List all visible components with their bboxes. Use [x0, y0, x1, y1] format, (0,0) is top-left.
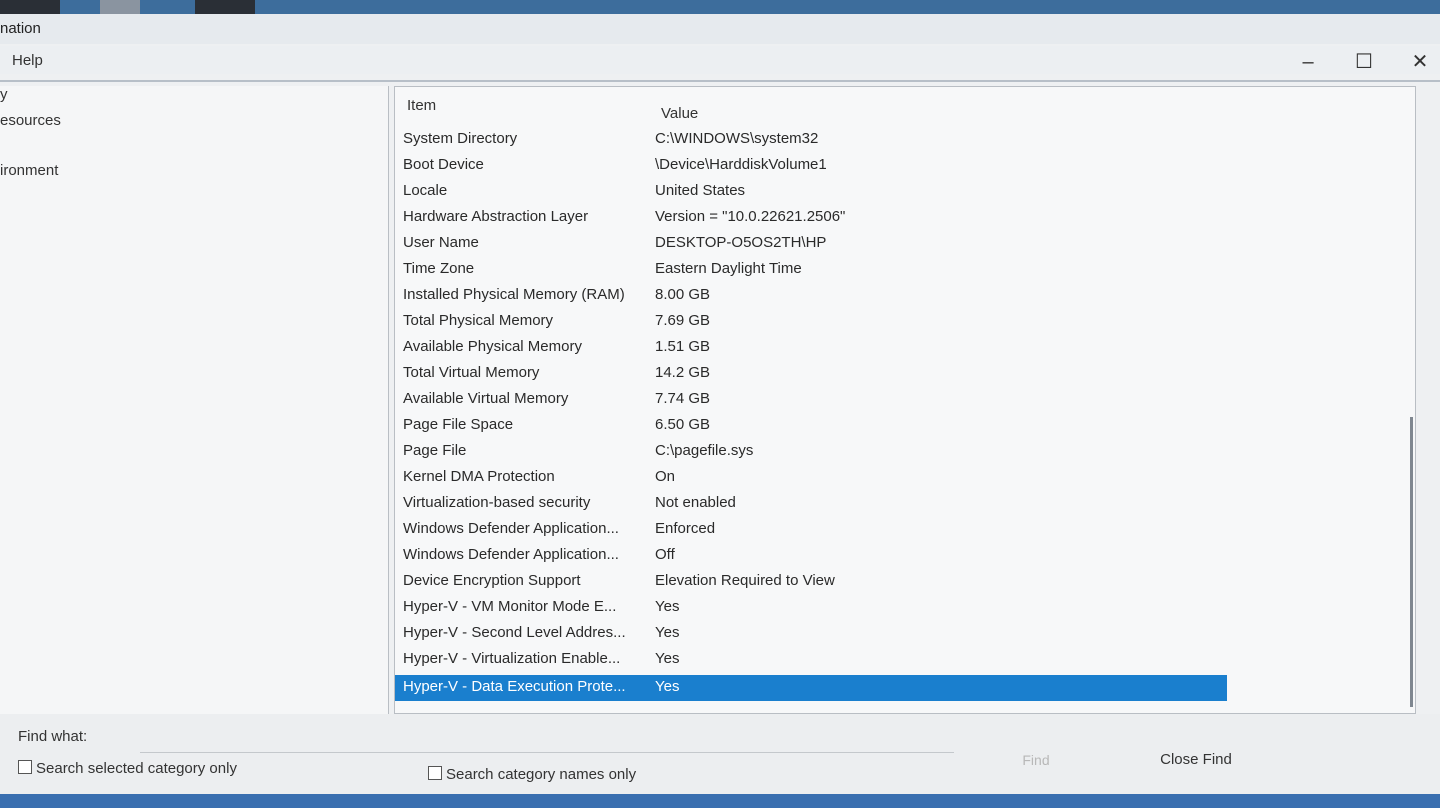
checkbox-icon[interactable]: [18, 760, 32, 774]
taskbar-strip: [0, 0, 1440, 14]
list-row[interactable]: Windows Defender Application... Enforced: [395, 517, 1227, 543]
list-row[interactable]: User Name DESKTOP-O5OS2TH\HP: [395, 231, 1227, 257]
row-item: Windows Defender Application...: [403, 546, 619, 563]
row-value: Eastern Daylight Time: [655, 260, 802, 277]
column-header-value[interactable]: Value: [661, 105, 698, 122]
row-value: 7.74 GB: [655, 390, 711, 407]
row-value: Enforced: [655, 520, 716, 537]
desktop-background: [0, 794, 1440, 808]
list-row[interactable]: Kernel DMA Protection On: [395, 465, 1227, 491]
row-value: 7.69 GB: [655, 312, 711, 329]
list-row[interactable]: Page File C:\pagefile.sys: [395, 439, 1227, 465]
row-value: C:\WINDOWS\system32: [655, 130, 819, 147]
search-selected-category-checkbox[interactable]: Search selected category only: [18, 760, 237, 777]
close-find-button[interactable]: Close Find: [1140, 748, 1252, 772]
list-row[interactable]: Device Encryption Support Elevation Requ…: [395, 569, 1227, 595]
toolbar-divider: [0, 80, 1440, 82]
close-button[interactable]: ✕: [1400, 48, 1440, 76]
list-row[interactable]: Virtualization-based security Not enable…: [395, 491, 1227, 517]
checkbox-label: Search selected category only: [36, 760, 237, 777]
list-row[interactable]: Hardware Abstraction Layer Version = "10…: [395, 205, 1227, 231]
list-row[interactable]: Locale United States: [395, 179, 1227, 205]
list-row[interactable]: Time Zone Eastern Daylight Time: [395, 257, 1227, 283]
row-item: Virtualization-based security: [403, 494, 591, 511]
vertical-scrollbar[interactable]: [1410, 417, 1413, 707]
row-item: Hyper-V - Data Execution Prote...: [403, 678, 626, 695]
search-category-names-checkbox[interactable]: Search category names only: [428, 766, 636, 783]
list-row[interactable]: System Directory C:\WINDOWS\system32: [395, 127, 1227, 153]
row-item: Device Encryption Support: [403, 572, 581, 589]
row-item: Hyper-V - Virtualization Enable...: [403, 650, 621, 667]
minimize-button[interactable]: –: [1288, 48, 1328, 76]
list-row[interactable]: Installed Physical Memory (RAM) 8.00 GB: [395, 283, 1227, 309]
row-value: Version = "10.0.22621.2506": [655, 208, 846, 225]
tree-item-environment[interactable]: ironment: [0, 162, 58, 179]
column-header-item[interactable]: Item: [407, 97, 436, 114]
row-value: C:\pagefile.sys: [655, 442, 754, 459]
menu-bar: Help: [0, 46, 1440, 74]
row-item: Installed Physical Memory (RAM): [403, 286, 625, 303]
title-bar: nation: [0, 14, 1440, 44]
find-what-label: Find what:: [18, 728, 88, 745]
row-value: Off: [655, 546, 675, 563]
details-list[interactable]: Item Value System Directory C:\WINDOWS\s…: [394, 86, 1416, 714]
row-value: Yes: [655, 678, 680, 695]
taskbar-thumbnail[interactable]: [0, 0, 60, 14]
find-bar: Find what: Find Close Find Search select…: [0, 714, 1440, 794]
row-value: Elevation Required to View: [655, 572, 835, 589]
list-row[interactable]: Boot Device \Device\HarddiskVolume1: [395, 153, 1227, 179]
row-item: System Directory: [403, 130, 518, 147]
row-item: Locale: [403, 182, 448, 199]
row-item: Page File: [403, 442, 467, 459]
system-information-window: nation Help – ☐ ✕ y esources ironment It…: [0, 14, 1440, 794]
taskbar-thumbnail[interactable]: [195, 0, 255, 14]
tree-item[interactable]: y: [0, 86, 8, 103]
taskbar-thumbnail[interactable]: [100, 0, 140, 14]
find-what-input[interactable]: [140, 724, 954, 753]
row-item: Hyper-V - VM Monitor Mode E...: [403, 598, 617, 615]
row-item: Available Physical Memory: [403, 338, 582, 355]
row-value: 14.2 GB: [655, 364, 711, 381]
row-item: Total Virtual Memory: [403, 364, 540, 381]
list-row[interactable]: Total Virtual Memory 14.2 GB: [395, 361, 1227, 387]
list-row[interactable]: Available Physical Memory 1.51 GB: [395, 335, 1227, 361]
list-row[interactable]: Total Physical Memory 7.69 GB: [395, 309, 1227, 335]
row-item: Hardware Abstraction Layer: [403, 208, 589, 225]
row-item: Time Zone: [403, 260, 475, 277]
row-item: Page File Space: [403, 416, 514, 433]
row-value: United States: [655, 182, 746, 199]
checkbox-label: Search category names only: [446, 766, 637, 783]
row-item: Kernel DMA Protection: [403, 468, 555, 485]
window-title: nation: [0, 20, 41, 37]
row-item: Available Virtual Memory: [403, 390, 569, 407]
list-row[interactable]: Windows Defender Application... Off: [395, 543, 1227, 569]
list-row[interactable]: Page File Space 6.50 GB: [395, 413, 1227, 439]
row-value: Not enabled: [655, 494, 736, 511]
row-value: Yes: [655, 624, 680, 641]
tree-item-resources[interactable]: esources: [0, 112, 61, 129]
list-row-selected[interactable]: Hyper-V - Data Execution Prote... Yes: [395, 675, 1227, 701]
row-value: Yes: [655, 598, 680, 615]
row-value: 6.50 GB: [655, 416, 711, 433]
list-row[interactable]: Hyper-V - Second Level Addres... Yes: [395, 621, 1227, 647]
row-item: Hyper-V - Second Level Addres...: [403, 624, 626, 641]
row-value: 8.00 GB: [655, 286, 711, 303]
menu-help[interactable]: Help: [12, 52, 43, 69]
find-button[interactable]: Find: [1000, 748, 1072, 772]
list-row[interactable]: Hyper-V - Virtualization Enable... Yes: [395, 647, 1227, 673]
maximize-button[interactable]: ☐: [1344, 48, 1384, 76]
row-value: Yes: [655, 650, 680, 667]
list-row[interactable]: Hyper-V - VM Monitor Mode E... Yes: [395, 595, 1227, 621]
row-value: 1.51 GB: [655, 338, 711, 355]
list-row[interactable]: Available Virtual Memory 7.74 GB: [395, 387, 1227, 413]
row-item: Windows Defender Application...: [403, 520, 619, 537]
checkbox-icon[interactable]: [428, 766, 442, 780]
row-item: Boot Device: [403, 156, 484, 173]
row-value: \Device\HarddiskVolume1: [655, 156, 827, 173]
row-value: On: [655, 468, 676, 485]
row-value: DESKTOP-O5OS2TH\HP: [655, 234, 827, 251]
row-item: Total Physical Memory: [403, 312, 554, 329]
row-item: User Name: [403, 234, 479, 251]
category-tree[interactable]: y esources ironment: [0, 86, 389, 714]
